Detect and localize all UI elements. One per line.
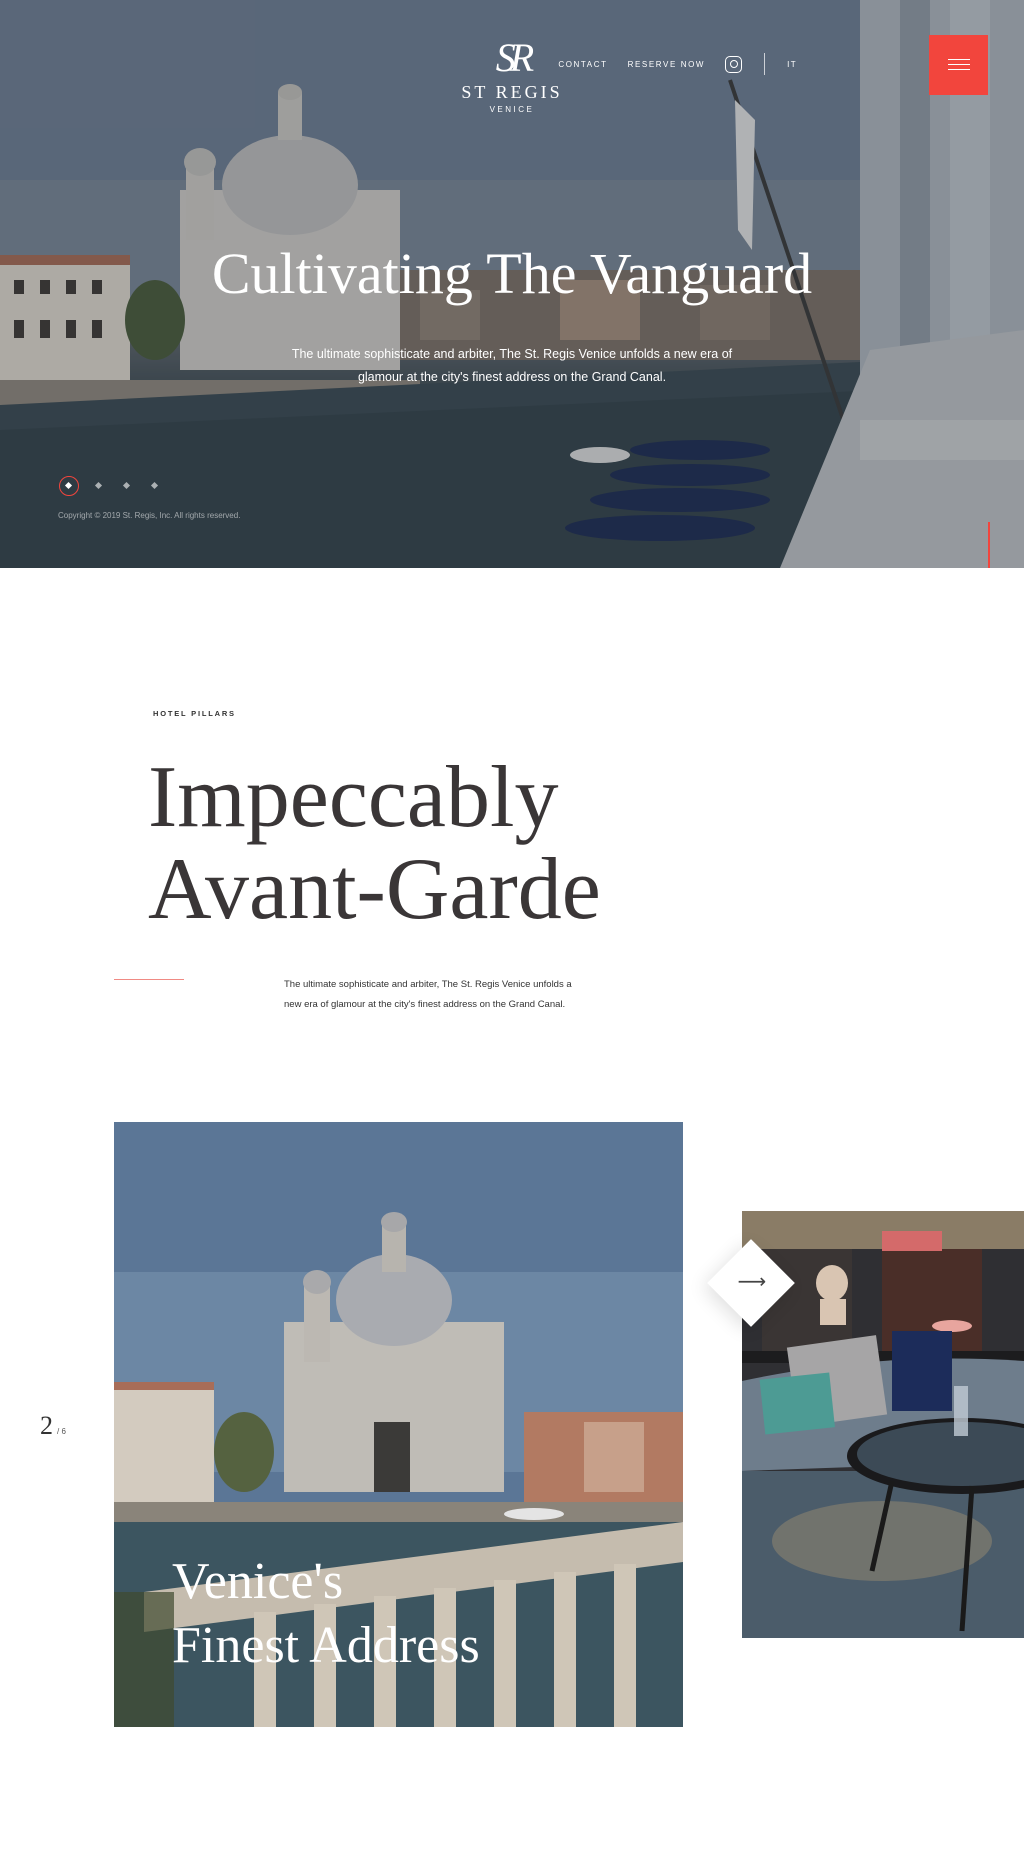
logo-location: VENICE bbox=[489, 105, 535, 114]
st-regis-logo[interactable]: SR ST REGIS VENICE bbox=[452, 35, 572, 115]
instagram-icon[interactable] bbox=[725, 55, 743, 73]
reserve-now-link[interactable]: RESERVE NOW bbox=[628, 60, 705, 69]
contact-link[interactable]: CONTACT bbox=[558, 60, 607, 69]
card-title-line-1: Venice's bbox=[172, 1553, 344, 1610]
nav-divider bbox=[764, 53, 766, 75]
logo-monogram: SR bbox=[495, 35, 534, 80]
slide-dot[interactable] bbox=[91, 478, 107, 494]
scroll-indicator bbox=[988, 522, 990, 568]
hero-subtitle: The ultimate sophisticate and arbiter, T… bbox=[291, 347, 733, 384]
section-title-line-2: Avant-Garde bbox=[148, 841, 601, 938]
hamburger-icon-line bbox=[948, 64, 970, 66]
hero-title: Cultivating The Vanguard bbox=[211, 241, 813, 306]
logo-name: ST REGIS bbox=[461, 82, 563, 102]
section-body: The ultimate sophisticate and arbiter, T… bbox=[284, 979, 572, 1010]
section-title-line-1: Impeccably bbox=[148, 749, 559, 846]
language-switch[interactable]: IT bbox=[787, 60, 797, 69]
hamburger-icon-line bbox=[948, 69, 970, 71]
section-eyebrow: HOTEL PILLARS bbox=[153, 709, 236, 718]
section-title: Impeccably Avant-Garde bbox=[148, 752, 601, 936]
copyright-text: Copyright © 2019 St. Regis, Inc. All rig… bbox=[58, 511, 241, 520]
slide-counter: 2 / 6 bbox=[40, 1411, 66, 1441]
card-title: Venice's Finest Address bbox=[172, 1550, 480, 1678]
slide-dot[interactable] bbox=[119, 478, 135, 494]
slide-dot-active[interactable] bbox=[59, 476, 79, 496]
hamburger-icon bbox=[948, 59, 970, 61]
slide-counter-current: 2 bbox=[40, 1411, 53, 1440]
slide-counter-total: / 6 bbox=[57, 1427, 66, 1436]
menu-button[interactable] bbox=[929, 35, 988, 95]
arrow-right-icon: ⟶ bbox=[737, 1271, 767, 1293]
card-title-line-2: Finest Address bbox=[172, 1617, 480, 1674]
accent-rule bbox=[114, 979, 184, 981]
slide-pagination bbox=[59, 476, 175, 496]
slide-dot[interactable] bbox=[147, 478, 163, 494]
carousel-card-main[interactable]: Venice's Finest Address bbox=[114, 1122, 683, 1727]
